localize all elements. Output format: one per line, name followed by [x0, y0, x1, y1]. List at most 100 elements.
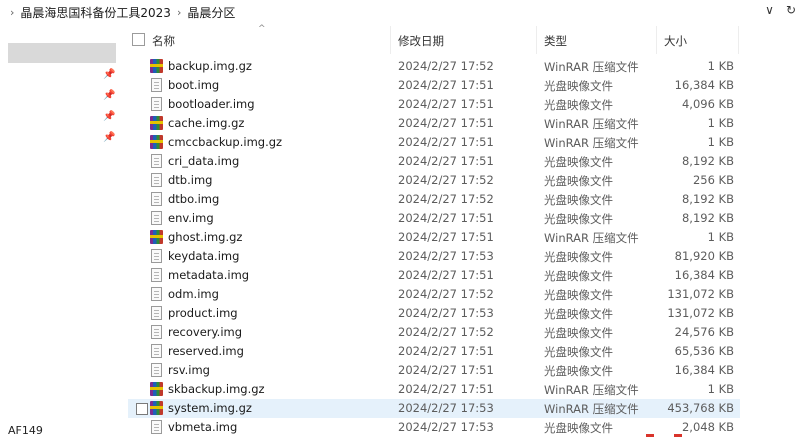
file-name: dtb.img — [168, 173, 213, 187]
breadcrumb-item-partitions[interactable]: 晶晨分区 — [187, 4, 235, 21]
file-row[interactable]: reserved.img 2024/2/27 17:51 光盘映像文件 65,536 … — [128, 342, 740, 361]
file-row[interactable]: bootloader.img 2024/2/27 17:51 光盘映像文件 4,096… — [128, 95, 740, 114]
file-type: 光盘映像文件 — [544, 364, 613, 378]
column-header-name[interactable]: 名称 — [152, 33, 175, 49]
file-name: recovery.img — [168, 325, 243, 339]
file-date: 2024/2/27 17:51 — [398, 135, 494, 149]
file-type: 光盘映像文件 — [544, 155, 613, 169]
column-header-type[interactable]: 类型 — [544, 33, 567, 49]
disc-image-file-icon — [151, 287, 162, 301]
navigation-pane: 📌 📌 📌 📌 — [0, 22, 120, 439]
disc-image-file-icon — [151, 363, 162, 377]
file-type: 光盘映像文件 — [544, 288, 613, 302]
disc-image-file-icon — [151, 173, 162, 187]
file-name: reserved.img — [168, 344, 244, 358]
file-size: 2,048 KB — [681, 420, 734, 434]
winrar-icon — [150, 230, 163, 244]
file-name: dtbo.img — [168, 192, 220, 206]
file-size: 131,072 KB — [667, 306, 734, 320]
column-divider[interactable] — [738, 26, 739, 54]
disc-image-file-icon — [151, 325, 162, 339]
file-date: 2024/2/27 17:52 — [398, 287, 494, 301]
file-row[interactable]: cmccbackup.img.gz 2024/2/27 17:51 WinRAR 压… — [128, 133, 740, 152]
column-header-row: 名称 ^ 修改日期 类型 大小 — [128, 24, 740, 54]
file-date: 2024/2/27 17:51 — [398, 344, 494, 358]
pin-icon[interactable]: 📌 — [103, 90, 115, 101]
file-date: 2024/2/27 17:53 — [398, 420, 494, 434]
red-marks — [646, 434, 696, 439]
winrar-icon — [150, 135, 163, 149]
row-checkbox[interactable] — [136, 403, 148, 415]
file-name: keydata.img — [168, 249, 240, 263]
file-type: 光盘映像文件 — [544, 79, 613, 93]
file-row[interactable]: cri_data.img 2024/2/27 17:51 光盘映像文件 8,192 K… — [128, 152, 740, 171]
file-date: 2024/2/27 17:52 — [398, 192, 494, 206]
file-row[interactable]: backup.img.gz 2024/2/27 17:52 WinRAR 压缩文件 1… — [128, 57, 740, 76]
file-name: backup.img.gz — [168, 59, 252, 73]
winrar-icon — [150, 401, 163, 415]
file-size: 8,192 KB — [681, 154, 734, 168]
file-name: bootloader.img — [168, 97, 255, 111]
chevron-right-icon[interactable]: › — [177, 6, 181, 19]
file-row[interactable]: system.img.gz 2024/2/27 17:53 WinRAR 压缩文件 4… — [128, 399, 740, 418]
file-row[interactable]: keydata.img 2024/2/27 17:53 光盘映像文件 81,920 K… — [128, 247, 740, 266]
file-date: 2024/2/27 17:51 — [398, 97, 494, 111]
disc-image-file-icon — [151, 78, 162, 92]
column-divider[interactable] — [536, 26, 537, 54]
file-type: 光盘映像文件 — [544, 193, 613, 207]
file-row[interactable]: boot.img 2024/2/27 17:51 光盘映像文件 16,384 KB — [128, 76, 740, 95]
file-row[interactable]: metadata.img 2024/2/27 17:51 光盘映像文件 16,384 … — [128, 266, 740, 285]
file-size: 81,920 KB — [674, 249, 734, 263]
file-size: 16,384 KB — [674, 78, 734, 92]
disc-image-file-icon — [151, 154, 162, 168]
file-row[interactable]: dtb.img 2024/2/27 17:52 光盘映像文件 256 KB — [128, 171, 740, 190]
file-size: 1 KB — [707, 382, 734, 396]
file-size: 256 KB — [692, 173, 734, 187]
address-bar: › 晶晨海思国科备份工具2023 › 晶晨分区 ∨ ↻ — [0, 0, 806, 22]
column-header-date[interactable]: 修改日期 — [398, 33, 444, 49]
breadcrumb-item-backup-tool[interactable]: 晶晨海思国科备份工具2023 — [20, 4, 171, 21]
winrar-icon — [150, 59, 163, 73]
file-row[interactable]: recovery.img 2024/2/27 17:52 光盘映像文件 24,576 … — [128, 323, 740, 342]
sort-ascending-icon: ^ — [258, 24, 266, 34]
file-row[interactable]: skbackup.img.gz 2024/2/27 17:51 WinRAR 压缩文… — [128, 380, 740, 399]
file-row[interactable]: ghost.img.gz 2024/2/27 17:51 WinRAR 压缩文件 1 … — [128, 228, 740, 247]
file-name: system.img.gz — [168, 401, 252, 415]
file-type: WinRAR 压缩文件 — [544, 136, 639, 150]
file-size: 1 KB — [707, 59, 734, 73]
winrar-icon — [150, 116, 163, 130]
file-name: cmccbackup.img.gz — [168, 135, 283, 149]
pin-icon[interactable]: 📌 — [103, 111, 115, 122]
pin-icon[interactable]: 📌 — [103, 132, 115, 143]
file-name: env.img — [168, 211, 214, 225]
column-divider[interactable] — [656, 26, 657, 54]
file-type: WinRAR 压缩文件 — [544, 117, 639, 131]
file-row[interactable]: dtbo.img 2024/2/27 17:52 光盘映像文件 8,192 KB — [128, 190, 740, 209]
file-date: 2024/2/27 17:53 — [398, 249, 494, 263]
file-type: 光盘映像文件 — [544, 212, 613, 226]
select-all-checkbox[interactable] — [132, 33, 145, 46]
file-date: 2024/2/27 17:51 — [398, 211, 494, 225]
file-date: 2024/2/27 17:51 — [398, 382, 494, 396]
file-date: 2024/2/27 17:52 — [398, 59, 494, 73]
file-size: 8,192 KB — [681, 211, 734, 225]
file-row[interactable]: cache.img.gz 2024/2/27 17:51 WinRAR 压缩文件 1 … — [128, 114, 740, 133]
file-row[interactable]: env.img 2024/2/27 17:51 光盘映像文件 8,192 KB — [128, 209, 740, 228]
file-name: cri_data.img — [168, 154, 240, 168]
file-row[interactable]: rsv.img 2024/2/27 17:51 光盘映像文件 16,384 KB — [128, 361, 740, 380]
file-type: WinRAR 压缩文件 — [544, 402, 639, 416]
column-header-size[interactable]: 大小 — [664, 33, 687, 49]
chevron-right-icon[interactable]: › — [10, 6, 14, 19]
file-row[interactable]: product.img 2024/2/27 17:53 光盘映像文件 131,072 … — [128, 304, 740, 323]
file-type: 光盘映像文件 — [544, 326, 613, 340]
pin-icon[interactable]: 📌 — [103, 69, 115, 80]
nav-item-selected[interactable] — [8, 43, 116, 63]
file-row[interactable]: odm.img 2024/2/27 17:52 光盘映像文件 131,072 KB — [128, 285, 740, 304]
file-type: 光盘映像文件 — [544, 174, 613, 188]
file-name: boot.img — [168, 78, 220, 92]
column-divider[interactable] — [390, 26, 391, 54]
file-size: 1 KB — [707, 116, 734, 130]
refresh-icon[interactable]: ↻ — [786, 3, 796, 17]
file-type: WinRAR 压缩文件 — [544, 383, 639, 397]
history-dropdown-icon[interactable]: ∨ — [765, 3, 774, 17]
